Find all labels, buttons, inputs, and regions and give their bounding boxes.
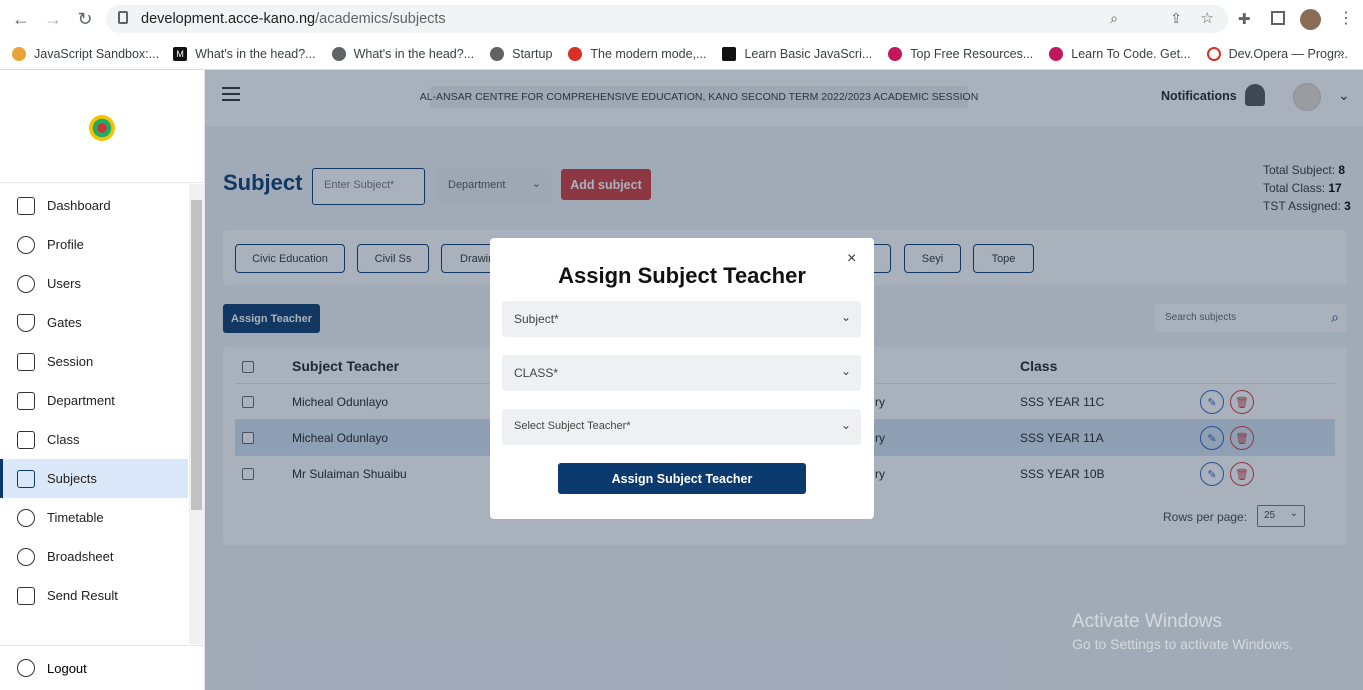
sidebar-item-profile[interactable]: Profile <box>0 225 188 264</box>
assign-teacher-modal: Assign Subject Teacher × Subject* ⌄ CLASS… <box>490 238 874 519</box>
sidebar-item-class[interactable]: Class <box>0 420 188 459</box>
bookmark-icon <box>888 46 903 61</box>
teacher-select[interactable]: Select Subject Teacher* ⌄ <box>502 409 861 445</box>
scroll-thumb[interactable] <box>191 200 202 510</box>
class-select[interactable]: CLASS* ⌄ <box>502 355 861 391</box>
bookmark[interactable]: M What's in the head?... <box>173 46 316 61</box>
sidebar-item-users[interactable]: Users <box>0 264 188 303</box>
chevron-down-icon: ⌄ <box>840 418 851 432</box>
bookmark[interactable]: The modern mode,... <box>568 46 706 61</box>
windows-activation-title: Activate Windows <box>1072 611 1222 632</box>
assign-subject-teacher-button[interactable]: Assign Subject Teacher <box>558 463 806 494</box>
sidebar-item-session[interactable]: Session <box>0 342 188 381</box>
extensions-icon[interactable]: ✚ <box>1238 10 1251 28</box>
sidebar-item-subjects[interactable]: Subjects <box>0 459 188 498</box>
sidebar-item-timetable[interactable]: Timetable <box>0 498 188 537</box>
forward-icon[interactable]: → <box>42 8 64 30</box>
sidebar: Dashboard Profile Users Gates Session De… <box>0 70 205 690</box>
sidebar-scrollbar[interactable] <box>189 184 204 644</box>
sidebar-item-gates[interactable]: Gates <box>0 303 188 342</box>
bookmark[interactable]: Learn To Code. Get... <box>1049 46 1191 61</box>
bookmark-icon <box>12 46 26 61</box>
sidepanel-icon[interactable] <box>1271 11 1285 25</box>
more-bookmarks-icon[interactable]: » <box>1337 44 1345 60</box>
calendar-icon <box>17 352 35 371</box>
bookmark-icon: M <box>173 46 188 61</box>
reload-icon[interactable]: ↻ <box>74 8 96 30</box>
sidebar-item-department[interactable]: Department <box>0 381 188 420</box>
profile-icon <box>17 235 35 254</box>
bookmark[interactable]: Top Free Resources... <box>888 46 1033 61</box>
bookmark[interactable]: Startup <box>490 46 552 61</box>
doc-icon <box>17 586 35 605</box>
school-logo <box>89 115 115 141</box>
address-bar[interactable]: development.acce-kano.ng/academics/subje… <box>106 5 1228 33</box>
building-icon <box>17 391 35 410</box>
zoom-icon[interactable]: ⌕ <box>1110 10 1118 27</box>
sidebar-item-broadsheet[interactable]: Broadsheet <box>0 537 188 576</box>
back-icon[interactable]: ← <box>10 8 32 30</box>
close-icon[interactable]: × <box>847 250 856 268</box>
sidebar-menu: Dashboard Profile Users Gates Session De… <box>0 186 188 615</box>
users-icon <box>17 274 35 293</box>
globe-icon <box>490 46 505 61</box>
board-icon <box>17 430 35 449</box>
shield-icon <box>17 313 35 332</box>
sidebar-item-send-result[interactable]: Send Result <box>0 576 188 615</box>
bookmark[interactable]: Dev.Opera — Progr... <box>1206 46 1348 61</box>
chevron-down-icon: ⌄ <box>840 310 851 324</box>
logout-icon <box>17 659 35 677</box>
windows-activation-subtitle: Go to Settings to activate Windows. <box>1072 636 1293 652</box>
chevron-down-icon: ⌄ <box>840 364 851 378</box>
globe-icon <box>331 46 346 61</box>
url-text: development.acce-kano.ng/academics/subje… <box>141 11 446 27</box>
clock-icon <box>17 508 35 527</box>
bookmark-icon <box>1049 46 1064 61</box>
browser-toolbar: ← → ↻ development.acce-kano.ng/academics… <box>0 0 1363 38</box>
bookmark[interactable]: JavaScript Sandbox:... <box>12 46 159 61</box>
bookmark-icon <box>722 46 737 61</box>
check-icon <box>17 547 35 566</box>
share-icon[interactable]: ⇪ <box>1170 10 1182 27</box>
dashboard-icon <box>17 196 35 215</box>
lock-icon <box>118 11 128 24</box>
logo-area <box>0 70 204 183</box>
bookmark[interactable]: What's in the head?... <box>331 46 474 61</box>
subject-select[interactable]: Subject* ⌄ <box>502 301 861 337</box>
menu-dots-icon[interactable]: ⋮ <box>1338 8 1354 28</box>
star-icon[interactable]: ☆ <box>1201 9 1214 27</box>
logout-button[interactable]: Logout <box>0 645 205 690</box>
book-icon <box>17 469 35 488</box>
bookmarks-bar: JavaScript Sandbox:... M What's in the he… <box>0 38 1363 70</box>
opera-icon <box>1206 46 1221 61</box>
profile-avatar[interactable] <box>1300 9 1321 30</box>
modal-title: Assign Subject Teacher <box>558 263 806 288</box>
bookmark-icon <box>568 46 583 61</box>
sidebar-item-dashboard[interactable]: Dashboard <box>0 186 188 225</box>
bookmark[interactable]: Learn Basic JavaScri... <box>722 46 872 61</box>
